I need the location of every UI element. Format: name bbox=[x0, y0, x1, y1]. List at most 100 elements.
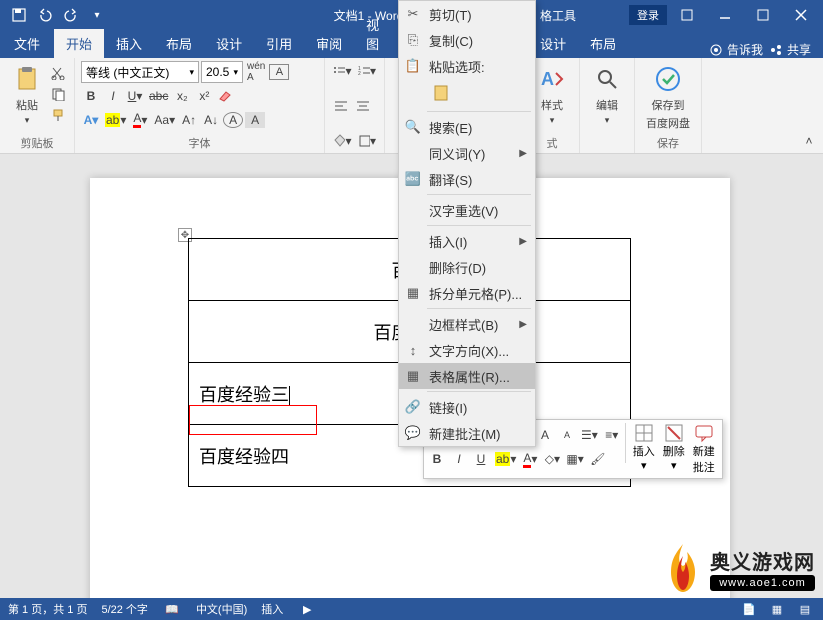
format-painter-icon[interactable] bbox=[48, 105, 68, 125]
cm-splitcell[interactable]: ▦拆分单元格(P)... bbox=[399, 280, 535, 306]
tab-file[interactable]: 文件 bbox=[0, 29, 54, 58]
borders-icon[interactable]: ▾ bbox=[356, 131, 379, 151]
cm-translate[interactable]: 🔤翻译(S) bbox=[399, 166, 535, 192]
site-watermark: 奥义游戏网 www.aoe1.com bbox=[662, 542, 815, 594]
clear-format-icon[interactable] bbox=[216, 86, 236, 106]
qat-dropdown-icon[interactable]: ▾ bbox=[86, 4, 108, 26]
cm-copy[interactable]: ⎘复制(C) bbox=[399, 27, 535, 53]
redo-icon[interactable] bbox=[60, 4, 82, 26]
subscript-icon[interactable]: x₂ bbox=[172, 86, 192, 106]
underline-icon[interactable]: U▾ bbox=[125, 86, 145, 106]
enclosed-char-icon[interactable]: A bbox=[223, 112, 243, 128]
view-web-icon[interactable]: ▤ bbox=[795, 599, 815, 619]
cm-search[interactable]: 🔍搜索(E) bbox=[399, 114, 535, 140]
status-language[interactable]: 中文(中国) bbox=[196, 601, 247, 617]
grow-font-icon[interactable]: A↑ bbox=[179, 110, 199, 130]
shading-icon[interactable]: ▾ bbox=[331, 131, 354, 151]
numbering-icon[interactable]: 12▾ bbox=[356, 61, 379, 81]
cm-tableprops[interactable]: ▦表格属性(R)... bbox=[399, 363, 535, 389]
cm-newcomment[interactable]: 💬新建批注(M) bbox=[399, 420, 535, 446]
styles-button[interactable]: A 样式▾ bbox=[531, 61, 573, 128]
group-clipboard: 粘贴▾ 剪贴板 bbox=[0, 58, 75, 153]
bold-icon[interactable]: B bbox=[81, 86, 101, 106]
link-icon: 🔗 bbox=[405, 399, 421, 415]
paste-button[interactable]: 粘贴▾ bbox=[6, 61, 48, 128]
view-read-icon[interactable]: 📄 bbox=[739, 599, 759, 619]
cm-paste-row bbox=[399, 79, 535, 109]
cm-borderstyle[interactable]: 边框样式(B)▶ bbox=[399, 311, 535, 337]
mini-numbering-icon[interactable]: ≡▾ bbox=[602, 425, 622, 445]
mini-underline-icon[interactable]: U bbox=[471, 449, 491, 469]
mini-bullets-icon[interactable]: ☰▾ bbox=[579, 425, 600, 445]
align-center-icon[interactable] bbox=[353, 96, 373, 116]
cut-icon: ✂ bbox=[405, 6, 421, 22]
char-border-icon[interactable]: A bbox=[269, 64, 289, 80]
tab-table-layout[interactable]: 布局 bbox=[578, 29, 628, 58]
cm-link[interactable]: 🔗链接(I) bbox=[399, 394, 535, 420]
tab-design[interactable]: 设计 bbox=[204, 29, 254, 58]
font-size-select[interactable]: 20.5▾ bbox=[201, 61, 243, 83]
cm-cut[interactable]: ✂剪切(T) bbox=[399, 1, 535, 27]
bullets-icon[interactable]: ▾ bbox=[331, 61, 354, 81]
mini-bold-icon[interactable]: B bbox=[427, 449, 447, 469]
mini-highlight-icon[interactable]: ab▾ bbox=[493, 449, 518, 469]
tellme[interactable]: 告诉我 bbox=[709, 41, 763, 58]
tab-view[interactable]: 视图 bbox=[354, 10, 380, 58]
status-spellcheck-icon[interactable]: 📖 bbox=[162, 599, 182, 619]
tab-insert[interactable]: 插入 bbox=[104, 29, 154, 58]
paste-keep-format-icon[interactable] bbox=[429, 81, 453, 105]
selection-highlight bbox=[189, 405, 317, 435]
strikethrough-icon[interactable]: abc bbox=[147, 86, 170, 106]
mini-borders-icon[interactable]: ▦▾ bbox=[564, 449, 585, 469]
mini-grow-font-icon[interactable]: A bbox=[535, 425, 555, 445]
copy-icon[interactable] bbox=[48, 84, 68, 104]
share-button[interactable]: 共享 bbox=[769, 41, 811, 58]
cm-textdir[interactable]: ↕文字方向(X)... bbox=[399, 337, 535, 363]
cut-icon[interactable] bbox=[48, 63, 68, 83]
tab-layout[interactable]: 布局 bbox=[154, 29, 204, 58]
status-macro-icon[interactable]: ▶ bbox=[297, 599, 317, 619]
highlight-icon[interactable]: ab▾ bbox=[103, 110, 128, 130]
mini-comment-button[interactable]: 新建批注 bbox=[689, 423, 719, 475]
align-left-icon[interactable] bbox=[331, 96, 351, 116]
mini-shrink-font-icon[interactable]: A bbox=[557, 425, 577, 445]
login-button[interactable]: 登录 bbox=[629, 5, 667, 25]
status-words[interactable]: 5/22 个字 bbox=[101, 601, 147, 617]
mini-format-painter-icon[interactable]: 🖌 bbox=[588, 449, 608, 469]
maximize-icon[interactable] bbox=[745, 1, 781, 29]
ribbon-options-icon[interactable] bbox=[669, 1, 705, 29]
mini-shading-icon[interactable]: ◇▾ bbox=[542, 449, 562, 469]
cm-synonym[interactable]: 同义词(Y)▶ bbox=[399, 140, 535, 166]
undo-icon[interactable] bbox=[34, 4, 56, 26]
italic-icon[interactable]: I bbox=[103, 86, 123, 106]
tab-references[interactable]: 引用 bbox=[254, 29, 304, 58]
close-icon[interactable] bbox=[783, 1, 819, 29]
mini-italic-icon[interactable]: I bbox=[449, 449, 469, 469]
phonetic-guide-icon[interactable]: wénA bbox=[245, 62, 267, 82]
status-insert-mode[interactable]: 插入 bbox=[261, 601, 283, 617]
char-case-icon[interactable]: Aa▾ bbox=[152, 110, 177, 130]
edit-button[interactable]: 编辑▾ bbox=[586, 61, 628, 128]
paste-icon: 📋 bbox=[405, 58, 421, 74]
mini-delete-button[interactable]: 删除▾ bbox=[659, 423, 689, 475]
mini-insert-button[interactable]: 插入▾ bbox=[629, 423, 659, 475]
shrink-font-icon[interactable]: A↓ bbox=[201, 110, 221, 130]
superscript-icon[interactable]: x² bbox=[194, 86, 214, 106]
mini-font-color-icon[interactable]: A▾ bbox=[520, 449, 540, 469]
view-print-icon[interactable]: ▦ bbox=[767, 599, 787, 619]
save-icon[interactable] bbox=[8, 4, 30, 26]
status-page[interactable]: 第 1 页，共 1 页 bbox=[8, 601, 87, 617]
char-shading-icon[interactable]: A bbox=[245, 112, 265, 128]
font-color-icon[interactable]: A▾ bbox=[130, 110, 150, 130]
cm-reselect[interactable]: 汉字重选(V) bbox=[399, 197, 535, 223]
group-baidu: 保存到 百度网盘 保存 bbox=[635, 58, 702, 153]
baidu-save-button[interactable]: 保存到 百度网盘 bbox=[641, 61, 695, 133]
font-name-select[interactable]: 等线 (中文正文)▾ bbox=[81, 61, 199, 83]
cm-deleterow[interactable]: 删除行(D) bbox=[399, 254, 535, 280]
text-effects-icon[interactable]: A▾ bbox=[81, 110, 101, 130]
cm-insert[interactable]: 插入(I)▶ bbox=[399, 228, 535, 254]
tab-review[interactable]: 审阅 bbox=[304, 29, 354, 58]
minimize-icon[interactable] bbox=[707, 1, 743, 29]
tab-home[interactable]: 开始 bbox=[54, 29, 104, 58]
ribbon-collapse-icon[interactable]: ˄ bbox=[799, 131, 819, 151]
